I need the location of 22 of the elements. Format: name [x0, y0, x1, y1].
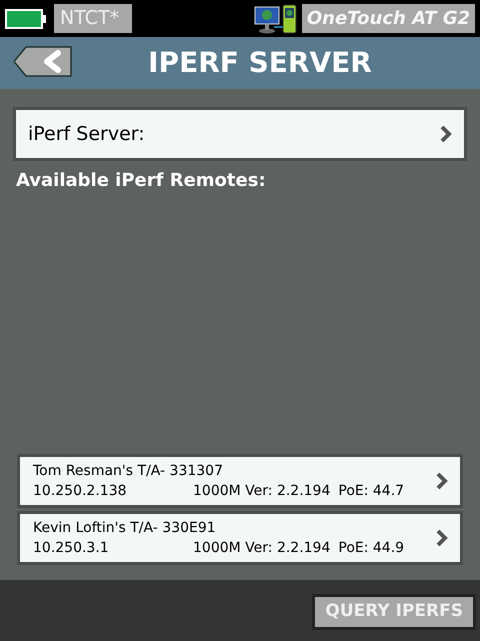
remote-name: Tom Resman's T/A- 331307 — [33, 462, 224, 481]
device-label: OneTouch AT G2 — [302, 4, 475, 33]
back-icon — [14, 46, 72, 77]
chevron-icon — [440, 125, 452, 143]
remote-ip: 10.250.3.1 — [33, 539, 110, 558]
back-button[interactable] — [14, 46, 72, 77]
remote-info: 1000M Ver: 2.2.194 — [193, 482, 330, 501]
remote-name: Kevin Loftin's T/A- 330E91 — [33, 519, 217, 538]
chevron-icon — [436, 472, 448, 490]
remote-ip: 10.250.2.138 — [33, 482, 128, 501]
remote-poe: PoE: 44.7 — [338, 482, 404, 501]
server-label: iPerf Server: — [28, 122, 145, 147]
section-heading: Available iPerf Remotes: — [16, 169, 267, 193]
network-devices-icon[interactable] — [254, 4, 298, 34]
iperf-server-row[interactable]: iPerf Server: — [16, 110, 464, 158]
battery-icon — [5, 8, 47, 28]
remote-row[interactable]: Kevin Loftin's T/A- 330E91 10.250.3.1 1000M Ver: 2.2.194 PoE: 44.9 — [20, 514, 460, 562]
remote-poe: PoE: 44.9 — [338, 539, 404, 558]
chevron-icon — [436, 529, 448, 547]
remote-row[interactable]: Tom Resman's T/A- 331307 10.250.2.138 1000M Ver: 2.2.194 PoE: 44.7 — [20, 457, 460, 505]
remote-info: 1000M Ver: 2.2.194 — [193, 539, 330, 558]
page-title: IPERF SERVER — [148, 45, 372, 81]
